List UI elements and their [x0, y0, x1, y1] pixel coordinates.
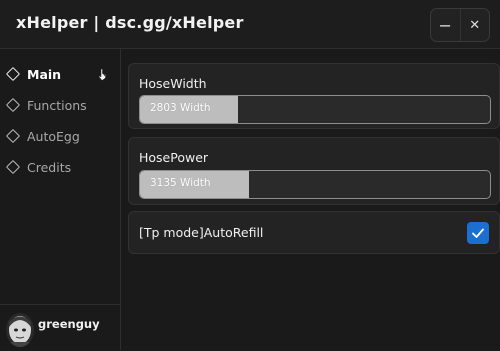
user-panel: greenguy [0, 304, 120, 351]
close-icon: ✕ [469, 17, 481, 33]
sidebar-item-autoegg[interactable]: AutoEgg [5, 126, 114, 146]
hose-width-card: HoseWidth 2803 Width [128, 63, 500, 129]
sidebar: Main Functions AutoEgg Credits greenguy [0, 49, 121, 350]
title-bar: xHelper | dsc.gg/xHelper − ✕ [0, 0, 500, 49]
diamond-icon [5, 128, 21, 144]
diamond-icon [5, 97, 21, 113]
auto-refill-card: [Tp mode]AutoRefill [128, 211, 500, 254]
hose-power-value: 3135 Width [150, 177, 211, 189]
window-title: xHelper | dsc.gg/xHelper [16, 13, 244, 32]
hose-width-slider[interactable]: 2803 Width [139, 95, 491, 124]
mouse-cursor-icon [98, 68, 106, 81]
avatar-icon [6, 313, 34, 347]
diamond-icon [5, 66, 21, 82]
hose-power-label: HosePower [139, 150, 209, 165]
hose-width-label: HoseWidth [139, 76, 207, 91]
minimize-button[interactable]: − [431, 9, 460, 41]
window-controls: − ✕ [430, 8, 490, 42]
username: greenguy [38, 317, 100, 331]
minimize-icon: − [438, 15, 452, 35]
sidebar-item-functions[interactable]: Functions [5, 95, 114, 115]
checkmark-icon [472, 228, 484, 238]
auto-refill-label: [Tp mode]AutoRefill [139, 225, 264, 240]
close-button[interactable]: ✕ [459, 9, 490, 41]
sidebar-item-label: Credits [27, 159, 72, 175]
sidebar-item-credits[interactable]: Credits [5, 157, 114, 177]
hose-power-slider[interactable]: 3135 Width [139, 170, 491, 199]
auto-refill-checkbox[interactable] [467, 222, 489, 244]
main-panel: HoseWidth 2803 Width HosePower 3135 Widt… [121, 49, 500, 350]
diamond-icon [5, 159, 21, 175]
hose-width-value: 2803 Width [150, 102, 211, 114]
sidebar-item-label: Main [27, 66, 62, 82]
sidebar-item-label: Functions [27, 97, 87, 113]
hose-power-card: HosePower 3135 Width [128, 137, 500, 205]
sidebar-item-label: AutoEgg [27, 128, 80, 144]
